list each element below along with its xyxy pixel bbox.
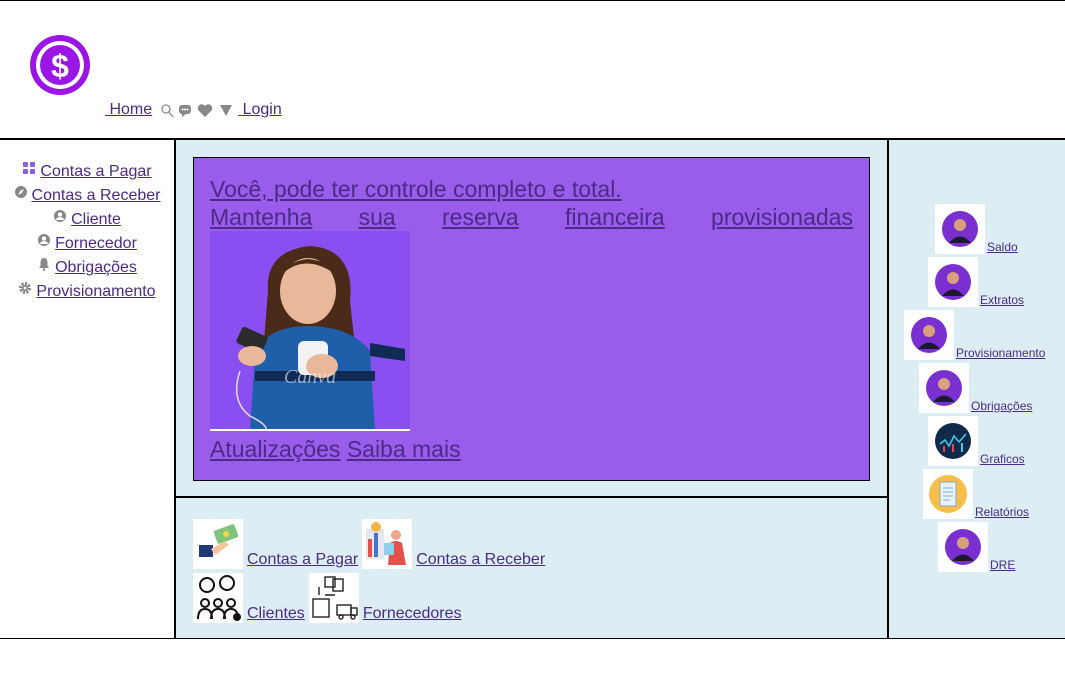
user-circle-icon xyxy=(54,210,67,222)
right-menu-label: Extratos xyxy=(980,293,1025,307)
sidebar-link-label[interactable]: Obrigações xyxy=(55,259,137,277)
left-sidebar: Contas a Pagar Contas a Receber Cliente … xyxy=(0,140,176,638)
right-menu-label: DRE xyxy=(990,558,1016,572)
learn-more-link[interactable]: Saiba mais xyxy=(347,436,461,462)
avatar-icon xyxy=(904,310,954,360)
right-menu-graficos[interactable]: Graficos xyxy=(928,416,1025,466)
dollar-coin-icon[interactable]: $ xyxy=(28,27,92,105)
woman-with-phone-illustration: Canva xyxy=(210,231,410,429)
user-circle-icon xyxy=(38,234,51,246)
nav-filter-link[interactable] xyxy=(218,103,238,119)
shortcut-row: Clientes Fornecedores xyxy=(193,569,863,623)
hero-subline-word: sua xyxy=(358,204,396,230)
right-menu-dre[interactable]: DRE xyxy=(938,522,1015,572)
shortcut-clientes[interactable]: Clientes xyxy=(193,573,305,623)
sidebar-item-fornecedor[interactable]: Fornecedor xyxy=(0,232,174,256)
avatar-icon xyxy=(938,522,988,572)
nav-chat-link[interactable] xyxy=(178,103,196,119)
sidebar-item-cliente[interactable]: Cliente xyxy=(0,208,174,232)
sidebar-link-label[interactable]: Cliente xyxy=(71,211,121,229)
center-divider xyxy=(176,496,887,498)
money-payment-icon xyxy=(193,519,243,569)
svg-text:$: $ xyxy=(51,48,69,84)
shortcut-grid: Contas a Pagar Contas a Receber Clientes… xyxy=(193,515,863,623)
sidebar-item-contas-a-receber[interactable]: Contas a Receber xyxy=(0,184,174,208)
sidebar-item-provisionamento[interactable]: Provisionamento xyxy=(0,280,174,304)
right-menu-provisionamento[interactable]: Provisionamento xyxy=(904,310,1045,360)
chat-icon xyxy=(179,105,192,117)
avatar-icon xyxy=(919,363,969,413)
center-panel: Você, pode ter controle completo e total… xyxy=(176,140,887,638)
sidebar-item-obrigacoes[interactable]: Obrigações xyxy=(0,256,174,280)
canva-watermark: Canva xyxy=(284,366,336,388)
filter-triangle-icon xyxy=(220,105,233,116)
sidebar-link-label[interactable]: Contas a Receber xyxy=(32,187,161,205)
shortcut-label: Clientes xyxy=(247,605,305,622)
shortcut-contas-a-receber[interactable]: Contas a Receber xyxy=(362,519,545,569)
avatar-icon xyxy=(928,257,978,307)
suppliers-delivery-icon xyxy=(308,573,359,623)
shortcut-row: Contas a Pagar Contas a Receber xyxy=(193,515,863,569)
page: $ Home Login Contas a Pagar Contas a Rec… xyxy=(0,0,1065,682)
sidebar-link-label[interactable]: Contas a Pagar xyxy=(40,163,151,181)
nav-home-link[interactable]: Home xyxy=(105,101,152,119)
gear-icon xyxy=(19,282,32,294)
right-menu-label: Provisionamento xyxy=(956,346,1046,360)
hero-headline-link[interactable]: Você, pode ter controle completo e total… xyxy=(210,176,622,203)
hero-subline-word: reserva xyxy=(442,204,519,230)
right-menu-saldo[interactable]: Saldo xyxy=(935,204,1018,254)
nav-search-link[interactable] xyxy=(160,103,178,119)
hero-subline[interactable]: Mantenha sua reserva financeira provisio… xyxy=(210,204,853,231)
sidebar-link-label[interactable]: Fornecedor xyxy=(55,235,137,253)
right-sidebar: Saldo Extratos Provisionamento Obrigaçõe… xyxy=(887,140,1065,638)
right-menu-label: Graficos xyxy=(980,452,1025,466)
nav-login-link[interactable]: Login xyxy=(238,101,282,119)
main-grid: Contas a Pagar Contas a Receber Cliente … xyxy=(0,138,1065,639)
hero-subline-word: Mantenha xyxy=(210,204,313,230)
hero-banner: Você, pode ter controle completo e total… xyxy=(193,157,870,481)
right-menu-label: Saldo xyxy=(987,240,1018,254)
updates-link[interactable]: Atualizações xyxy=(210,436,340,462)
shortcut-contas-a-pagar[interactable]: Contas a Pagar xyxy=(193,519,358,569)
sidebar-item-contas-a-pagar[interactable]: Contas a Pagar xyxy=(0,160,174,184)
shortcut-label: Contas a Receber xyxy=(416,551,546,568)
shortcut-fornecedores[interactable]: Fornecedores xyxy=(308,573,462,623)
bell-icon xyxy=(39,258,50,271)
compass-icon xyxy=(14,186,27,198)
avatar-icon xyxy=(935,204,985,254)
heart-icon xyxy=(197,104,213,117)
hero-links: Atualizações Saiba mais xyxy=(210,436,461,463)
right-menu-relatorios[interactable]: Relatórios xyxy=(923,469,1029,519)
grid-icon xyxy=(23,162,36,174)
nav-login-label: Login xyxy=(242,101,282,118)
right-menu-extratos[interactable]: Extratos xyxy=(928,257,1024,307)
report-document-icon xyxy=(923,469,973,519)
hero-subline-word: provisionadas xyxy=(711,204,853,230)
shortcut-label: Fornecedores xyxy=(362,605,462,622)
right-menu-obrigacoes[interactable]: Obrigações xyxy=(919,363,1032,413)
right-menu-label: Obrigações xyxy=(971,399,1033,413)
clients-group-icon xyxy=(193,573,243,623)
hero-subline-word: financeira xyxy=(565,204,665,230)
stock-chart-icon xyxy=(928,416,978,466)
right-menu-label: Relatórios xyxy=(975,505,1030,519)
shortcut-label: Contas a Pagar xyxy=(247,551,359,568)
nav-heart-link[interactable] xyxy=(196,103,218,119)
top-nav: Home Login xyxy=(105,101,282,119)
sidebar-link-label[interactable]: Provisionamento xyxy=(36,283,155,301)
hero-photo: Canva xyxy=(210,231,410,431)
search-icon xyxy=(161,104,174,118)
accounting-person-icon xyxy=(362,519,413,569)
sidebar-menu: Contas a Pagar Contas a Receber Cliente … xyxy=(0,140,174,304)
header: $ Home Login xyxy=(0,1,1065,138)
nav-home-label: Home xyxy=(109,101,153,118)
